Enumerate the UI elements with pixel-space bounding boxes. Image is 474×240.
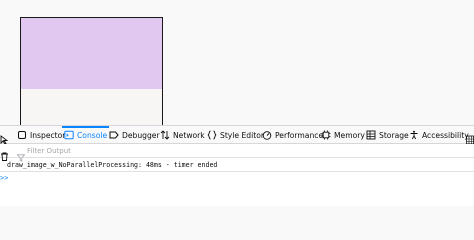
tab-storage[interactable]: Storage — [366, 126, 409, 144]
canvas-element — [20, 17, 163, 126]
tab-console[interactable]: Console — [61, 126, 110, 144]
console-input-prompt[interactable]: >> — [0, 174, 8, 182]
tab-label: Storage — [379, 130, 409, 140]
pick-element-icon[interactable] — [0, 130, 9, 145]
tab-memory[interactable]: Memory — [321, 126, 365, 144]
console-messages: draw_image_w_NoParallelProcessing: 48ms … — [0, 158, 474, 172]
devtools-toolbar: Inspector Console Debugger Network Style — [0, 125, 474, 145]
tab-network[interactable]: Network — [160, 126, 205, 144]
tab-accessibility[interactable]: Accessibility — [409, 126, 469, 144]
tab-label: Style Editor — [220, 130, 264, 140]
page-viewport — [0, 0, 474, 126]
console-filter-bar — [0, 144, 474, 162]
style-editor-icon — [207, 130, 217, 140]
tab-label: Accessibility — [422, 130, 469, 140]
accessibility-icon — [409, 130, 419, 140]
tab-debugger[interactable]: Debugger — [109, 126, 160, 144]
tab-label: Memory — [334, 130, 365, 140]
memory-icon — [321, 130, 331, 140]
canvas-drawn-image — [21, 18, 162, 89]
filter-icon — [16, 147, 26, 162]
network-icon — [160, 130, 170, 140]
tab-label: Console — [77, 130, 108, 140]
debugger-icon — [109, 130, 119, 140]
tab-inspector[interactable]: Inspector — [17, 126, 65, 144]
tab-label: Performance — [275, 130, 324, 140]
tab-label: Network — [173, 130, 205, 140]
storage-icon — [366, 130, 376, 140]
inspector-icon — [17, 130, 27, 140]
console-message: draw_image_w_NoParallelProcessing: 48ms … — [7, 161, 218, 169]
tab-label: Inspector — [30, 130, 66, 140]
devtools-panel: Inspector Console Debugger Network Style — [0, 125, 474, 206]
tab-performance[interactable]: Performance — [262, 126, 323, 144]
trash-icon[interactable] — [0, 146, 9, 161]
tab-style-editor[interactable]: Style Editor — [207, 126, 264, 144]
performance-icon — [262, 130, 272, 140]
tab-label: Debugger — [122, 130, 160, 140]
more-tools-icon[interactable] — [466, 130, 474, 145]
console-icon — [64, 130, 74, 140]
filter-output-input[interactable] — [27, 145, 227, 156]
